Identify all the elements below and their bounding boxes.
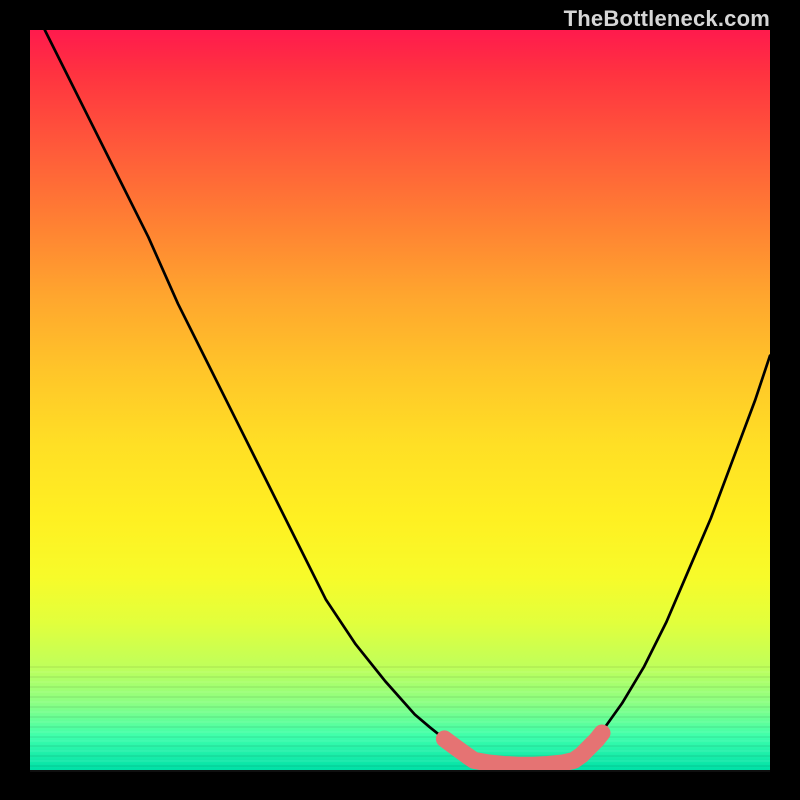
- band-line: [30, 770, 770, 772]
- credit-text: TheBottleneck.com: [564, 6, 770, 32]
- plot-area: [30, 30, 770, 770]
- chart-stage: TheBottleneck.com: [0, 0, 800, 800]
